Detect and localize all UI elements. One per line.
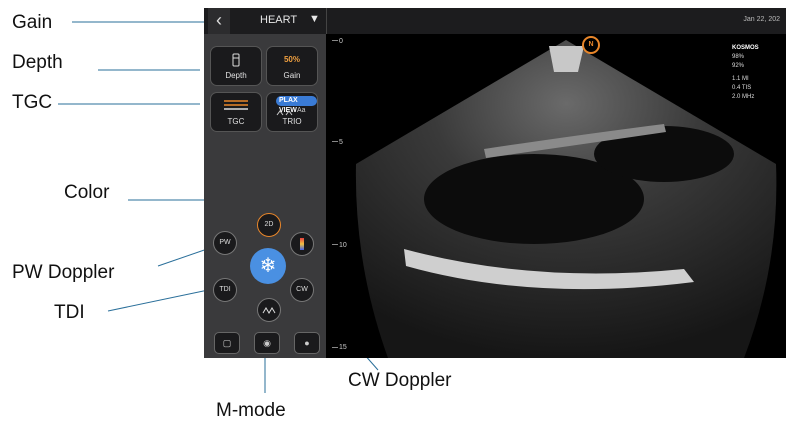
callout-depth: Depth: [12, 52, 63, 73]
info-panel: KOSMOS 98% 92% 1.1 MI 0.4 TIS 2.0 MHz: [732, 44, 759, 102]
control-panel: Depth 50% Gain TGC PLAX VIEW Aa TRIO 2D …: [204, 8, 326, 358]
gain-value: 50%: [283, 55, 300, 64]
freeze-button[interactable]: ❄: [250, 248, 286, 284]
record-button[interactable]: ●: [294, 332, 320, 354]
ultrasound-image: [355, 40, 777, 358]
gallery-button[interactable]: ▢: [214, 332, 240, 354]
tgc-tile[interactable]: TGC: [210, 92, 262, 132]
trio-aa: Aa: [297, 107, 306, 114]
depth-label: Depth: [225, 71, 247, 80]
callout-gain: Gain: [12, 12, 53, 33]
trio-tile[interactable]: PLAX VIEW Aa TRIO: [266, 92, 318, 132]
top-bar: ‹ HEART ▼ Jan 22, 202: [204, 8, 786, 34]
ruler-tick: [332, 40, 338, 41]
m-mode-button[interactable]: [257, 298, 281, 322]
depth-tile[interactable]: Depth: [210, 46, 262, 86]
plax-view-badge: PLAX VIEW: [276, 96, 317, 114]
cw-doppler-button[interactable]: CW: [290, 278, 314, 302]
caret-down-icon[interactable]: ▼: [309, 13, 320, 25]
orientation-marker-icon: N: [582, 36, 600, 54]
camera-button[interactable]: ◉: [254, 332, 280, 354]
callout-cw-doppler: CW Doppler: [348, 370, 452, 391]
mode-2d-button[interactable]: 2D: [257, 213, 281, 237]
gallery-icon: ▢: [222, 338, 232, 348]
tdi-button[interactable]: TDI: [213, 278, 237, 302]
callout-m-mode: M-mode: [216, 400, 286, 421]
probe-battery: 98%: [732, 54, 745, 60]
callout-color: Color: [64, 182, 110, 203]
brand-label: KOSMOS: [732, 45, 759, 51]
depth-icon: [232, 53, 240, 67]
trio-wave-icon: [276, 110, 293, 116]
callout-tgc: TGC: [12, 92, 53, 113]
ruler-label: 10: [339, 242, 347, 249]
tgc-icon: [224, 100, 248, 110]
ruler-label: 15: [339, 344, 347, 351]
device-battery: 92%: [732, 63, 745, 69]
camera-icon: ◉: [263, 338, 271, 348]
topbar-divider: [326, 8, 327, 34]
ruler-label: 0: [339, 38, 343, 45]
ruler-tick: [332, 141, 338, 142]
preset-label[interactable]: HEART: [260, 14, 297, 26]
back-chevron-icon[interactable]: ‹: [208, 8, 230, 34]
tgc-label: TGC: [227, 117, 245, 126]
ruler-label: 5: [339, 139, 343, 146]
trio-label: TRIO: [282, 117, 302, 126]
date-label: Jan 22, 202: [743, 16, 780, 23]
tis-readout: 0.4 TIS: [732, 85, 752, 91]
color-bar-icon: [300, 238, 304, 250]
callout-pw-doppler: PW Doppler: [12, 262, 115, 283]
ultrasound-screen: Depth 50% Gain TGC PLAX VIEW Aa TRIO 2D …: [204, 8, 786, 358]
callout-tdi: TDI: [54, 302, 85, 323]
gain-tile[interactable]: 50% Gain: [266, 46, 318, 86]
gain-label: Gain: [283, 71, 301, 80]
mmode-icon: [262, 307, 276, 314]
tdi-leader: [107, 288, 214, 312]
near-field: [549, 46, 584, 72]
ruler-tick: [332, 244, 338, 245]
mi-readout: 1.1 MI: [732, 76, 749, 82]
frequency-readout: 2.0 MHz: [732, 94, 755, 100]
ruler-tick: [332, 347, 338, 348]
color-button[interactable]: [290, 232, 314, 256]
snowflake-icon: ❄: [259, 255, 277, 277]
record-icon: ●: [304, 338, 310, 348]
pw-doppler-button[interactable]: PW: [213, 231, 237, 255]
